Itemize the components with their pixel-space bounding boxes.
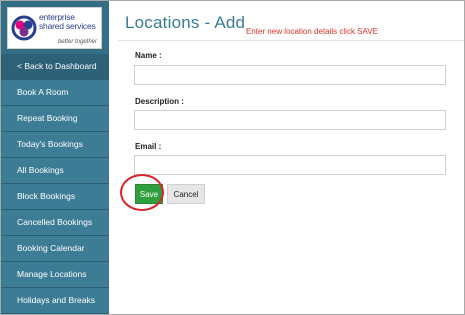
name-input[interactable] [134,65,446,85]
sidebar-nav: < Back to Dashboard Book A Room Repeat B… [1,54,109,314]
name-label: Name : [135,51,162,60]
sidebar-item-block-bookings[interactable]: Block Bookings [1,184,109,210]
email-input[interactable] [134,155,446,175]
sidebar-item-booking-calendar[interactable]: Booking Calendar [1,236,109,262]
description-input[interactable] [134,110,446,130]
sidebar-item-cancelled-bookings[interactable]: Cancelled Bookings [1,210,109,236]
instruction-annotation: Enter new location details click SAVE [246,27,378,36]
brand-tagline: better together [57,39,97,45]
sidebar-item-book-a-room[interactable]: Book A Room [1,80,109,106]
brand-name: enterprise shared services [39,12,96,31]
brand-logo[interactable]: enterprise shared services better togeth… [7,7,102,49]
sidebar-item-repeat-booking[interactable]: Repeat Booking [1,106,109,132]
save-button[interactable]: Save [135,184,163,204]
description-label: Description : [135,97,184,106]
page-title: Locations - Add [125,13,246,32]
cancel-button[interactable]: Cancel [167,184,205,204]
logo-mark-icon [11,15,37,41]
email-label: Email : [135,142,162,151]
sidebar: enterprise shared services better togeth… [1,1,109,314]
title-divider [118,40,464,41]
sidebar-item-todays-bookings[interactable]: Today's Bookings [1,132,109,158]
sidebar-item-manage-locations[interactable]: Manage Locations [1,262,109,288]
sidebar-item-holidays-and-breaks[interactable]: Holidays and Breaks [1,288,109,314]
app-window: enterprise shared services better togeth… [0,0,465,315]
sidebar-item-all-bookings[interactable]: All Bookings [1,158,109,184]
sidebar-item-back-to-dashboard[interactable]: < Back to Dashboard [1,54,109,80]
